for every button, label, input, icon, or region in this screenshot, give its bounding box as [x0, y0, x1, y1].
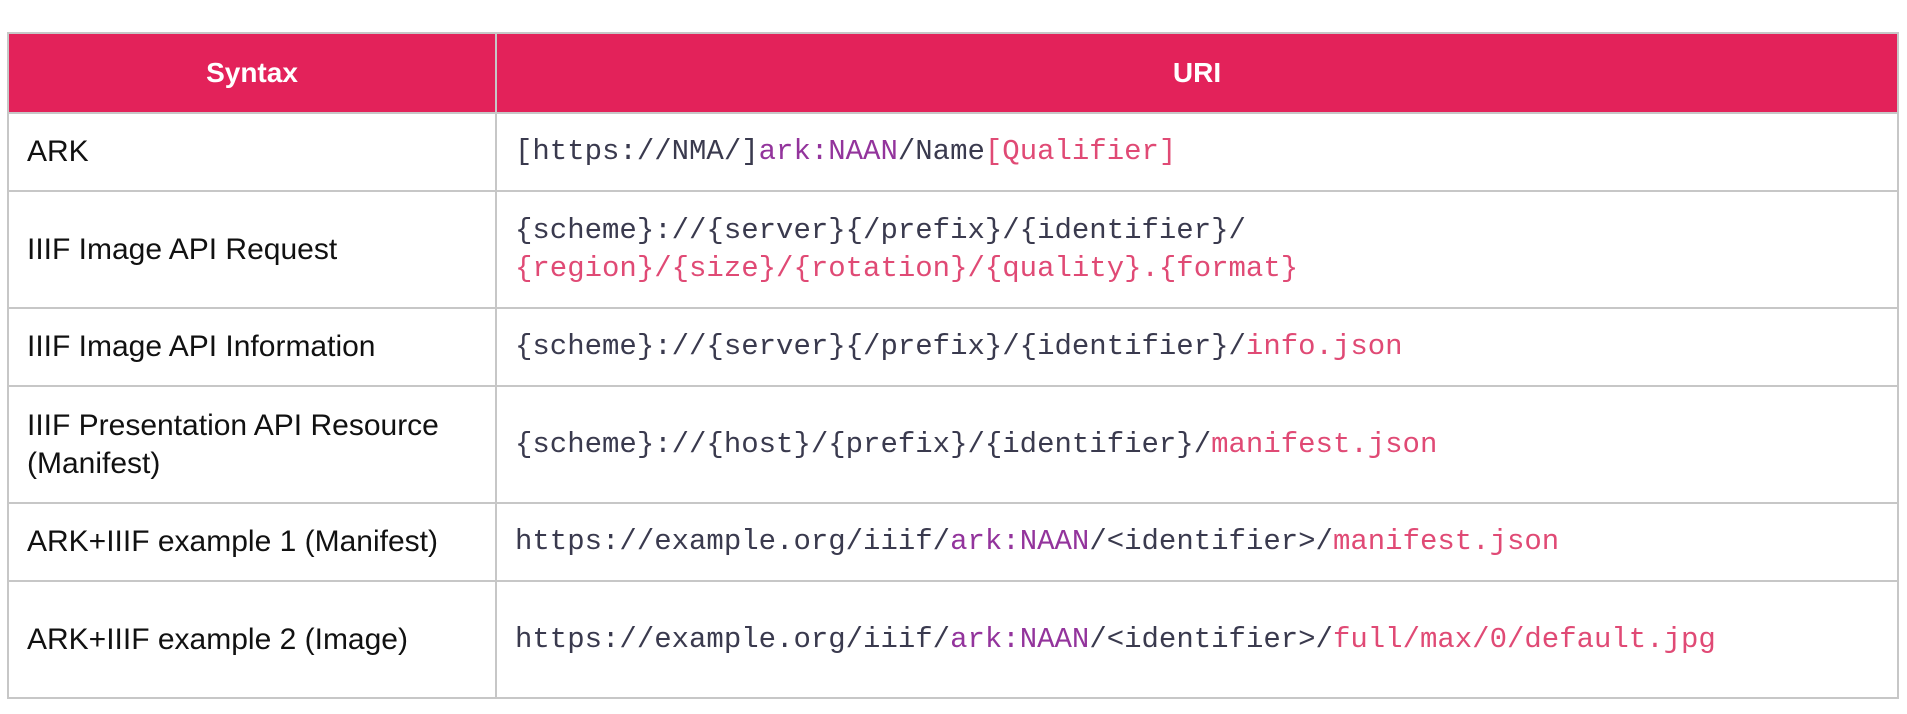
uri-segment-identifier: /<identifier>/ — [1089, 622, 1333, 656]
uri-segment-base: {scheme}://{server}{/prefix}/{identifier… — [515, 330, 1246, 363]
uri-segment-base: {scheme}://{host}/{prefix}/{identifier}/ — [515, 427, 1212, 461]
syntax-cell: ARK+IIIF example 1 (Manifest) — [7, 502, 497, 582]
uri-segment-ark-naan: ark:NAAN — [950, 525, 1090, 558]
uri-cell: [https://NMA/]ark:NAAN/Name[Qualifier] — [495, 112, 1899, 192]
syntax-line: IIIF Presentation API Resource — [27, 408, 439, 442]
uri-cell: {scheme}://{server}{/prefix}/{identifier… — [495, 190, 1899, 309]
uri-cell: https://example.org/iiif/ark:NAAN/<ident… — [495, 502, 1899, 582]
uri-segment-image-path: full/max/0/default.jpg — [1332, 622, 1716, 656]
uri-segment-ark-naan: ark:NAAN — [758, 135, 898, 168]
syntax-cell: IIIF Presentation API Resource (Manifest) — [7, 385, 497, 504]
uri-segment-ark-naan: ark:NAAN — [950, 622, 1090, 656]
uri-segment-nma: [https://NMA/] — [515, 135, 759, 168]
header-syntax: Syntax — [7, 32, 497, 114]
uri-line-base: {scheme}://{server}{/prefix}/{identifier… — [515, 213, 1246, 247]
uri-segment-qualifier: [Qualifier] — [984, 135, 1177, 168]
syntax-cell: IIIF Image API Information — [7, 307, 497, 387]
header-uri: URI — [495, 32, 1899, 114]
uri-line-params: {region}/{size}/{rotation}/{quality}.{fo… — [515, 251, 1299, 285]
uri-segment-identifier: /<identifier>/ — [1089, 525, 1333, 558]
uri-segment-manifest-json: manifest.json — [1211, 427, 1438, 461]
syntax-line: (Manifest) — [27, 446, 161, 480]
uri-syntax-table: Syntax URI ARK [https://NMA/]ark:NAAN/Na… — [7, 32, 1899, 699]
table-row: ARK+IIIF example 2 (Image) https://examp… — [7, 580, 1899, 699]
uri-segment-manifest-json: manifest.json — [1332, 525, 1560, 558]
table-row: IIIF Presentation API Resource (Manifest)… — [7, 385, 1899, 504]
uri-segment-host: https://example.org/iiif/ — [515, 622, 951, 656]
uri-cell: {scheme}://{host}/{prefix}/{identifier}/… — [495, 385, 1899, 504]
syntax-cell: ARK+IIIF example 2 (Image) — [7, 580, 497, 699]
syntax-cell: IIIF Image API Request — [7, 190, 497, 309]
table-row: IIIF Image API Request {scheme}://{serve… — [7, 190, 1899, 309]
uri-cell: https://example.org/iiif/ark:NAAN/<ident… — [495, 580, 1899, 699]
table-row: IIIF Image API Information {scheme}://{s… — [7, 307, 1899, 387]
table-row: ARK [https://NMA/]ark:NAAN/Name[Qualifie… — [7, 112, 1899, 192]
table-header-row: Syntax URI — [7, 32, 1899, 114]
syntax-cell: ARK — [7, 112, 497, 192]
uri-cell: {scheme}://{server}{/prefix}/{identifier… — [495, 307, 1899, 387]
table-row: ARK+IIIF example 1 (Manifest) https://ex… — [7, 502, 1899, 582]
uri-segment-info-json: info.json — [1245, 330, 1403, 363]
uri-syntax-table-container: Syntax URI ARK [https://NMA/]ark:NAAN/Na… — [7, 32, 1899, 699]
uri-segment-host: https://example.org/iiif/ — [515, 525, 951, 558]
uri-segment-name: /Name — [897, 135, 985, 168]
